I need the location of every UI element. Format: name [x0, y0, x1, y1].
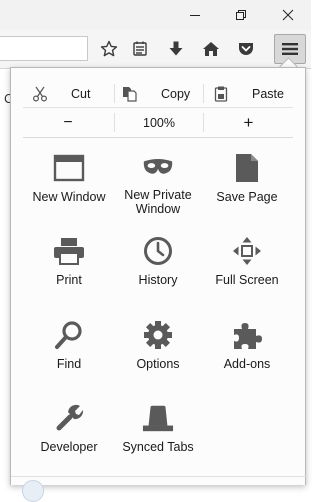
- history-button[interactable]: History: [113, 221, 203, 299]
- zoom-out-button[interactable]: −: [23, 109, 113, 137]
- home-button[interactable]: [197, 36, 225, 62]
- history-label: History: [138, 273, 178, 287]
- restore-icon: [236, 10, 246, 20]
- developer-label: Developer: [40, 440, 98, 454]
- url-bar[interactable]: [0, 36, 88, 61]
- hamburger-menu-icon: [282, 43, 298, 55]
- add-ons-label: Add-ons: [223, 357, 271, 371]
- synced-tabs-button[interactable]: Synced Tabs: [113, 388, 203, 466]
- minimize-button[interactable]: [172, 0, 218, 30]
- printer-icon: [54, 238, 84, 265]
- reading-list-icon: [133, 41, 147, 56]
- options-label: Options: [136, 357, 180, 371]
- cut-button[interactable]: Cut: [23, 80, 113, 107]
- fullscreen-icon: [233, 237, 261, 265]
- paste-label: Paste: [252, 86, 284, 101]
- title-bar: [0, 0, 311, 30]
- scissors-icon: [32, 86, 48, 102]
- magnifier-icon: [55, 321, 82, 349]
- copy-icon: [123, 86, 137, 102]
- find-button[interactable]: Find: [24, 305, 114, 383]
- copy-button[interactable]: Copy: [115, 80, 203, 107]
- reading-list-button[interactable]: [126, 36, 154, 62]
- print-button[interactable]: Print: [24, 221, 114, 299]
- save-page-icon: [236, 154, 258, 182]
- find-label: Find: [56, 357, 82, 371]
- developer-button[interactable]: Developer: [24, 388, 114, 466]
- zoom-reset-button[interactable]: 100%: [115, 109, 203, 137]
- new-window-icon: [53, 154, 85, 182]
- bookmark-star-button[interactable]: [95, 36, 123, 62]
- new-window-button[interactable]: New Window: [24, 138, 114, 216]
- copy-label: Copy: [161, 86, 191, 101]
- pocket-icon: [239, 43, 253, 55]
- add-ons-button[interactable]: Add-ons: [202, 305, 292, 383]
- synced-tabs-icon: [142, 405, 174, 432]
- new-private-window-button[interactable]: New Private Window: [113, 138, 203, 216]
- puzzle-icon: [234, 323, 262, 349]
- zoom-controls: − 100% +: [23, 109, 293, 138]
- close-icon: [282, 9, 294, 21]
- pocket-button[interactable]: [232, 36, 260, 62]
- sync-avatar[interactable]: [22, 480, 44, 502]
- nav-toolbar: [0, 30, 311, 69]
- restore-button[interactable]: [218, 0, 264, 30]
- close-button[interactable]: [265, 0, 311, 30]
- edit-controls: Cut Copy Paste: [23, 80, 293, 108]
- print-label: Print: [56, 273, 82, 287]
- private-mask-icon: [143, 159, 173, 174]
- new-private-window-label: New Private Window: [124, 188, 192, 216]
- star-icon: [100, 40, 118, 57]
- save-page-label: Save Page: [216, 190, 278, 204]
- paste-button[interactable]: Paste: [204, 80, 293, 107]
- new-window-label: New Window: [32, 190, 106, 204]
- full-screen-label: Full Screen: [215, 273, 279, 287]
- save-page-button[interactable]: Save Page: [202, 138, 292, 216]
- panel-footer-divider: [11, 476, 306, 477]
- zoom-in-button[interactable]: +: [204, 109, 293, 137]
- full-screen-button[interactable]: Full Screen: [202, 221, 292, 299]
- clipboard-icon: [214, 86, 228, 102]
- synced-tabs-label: Synced Tabs: [122, 440, 194, 454]
- downloads-button[interactable]: [162, 36, 190, 62]
- main-menu-panel: Cut Copy Paste − 100% + New Window New P…: [10, 67, 306, 485]
- options-button[interactable]: Options: [113, 305, 203, 383]
- home-icon: [203, 42, 219, 56]
- minimize-icon: [190, 15, 200, 16]
- download-icon: [169, 41, 183, 56]
- history-clock-icon: [144, 237, 172, 265]
- wrench-icon: [56, 404, 84, 431]
- cut-label: Cut: [71, 86, 91, 101]
- gear-icon: [144, 321, 172, 349]
